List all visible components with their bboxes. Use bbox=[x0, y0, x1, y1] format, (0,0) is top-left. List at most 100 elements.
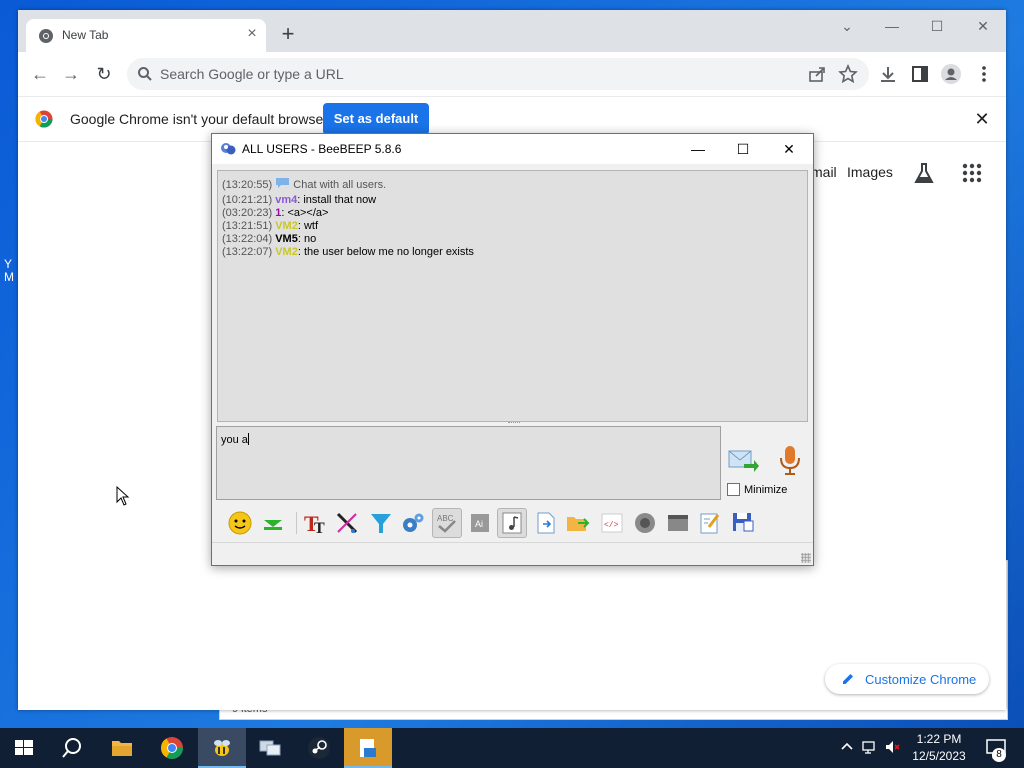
infobar-close-icon[interactable]: ✕ bbox=[972, 109, 992, 129]
mouse-cursor-icon bbox=[116, 486, 130, 506]
beebeep-titlebar[interactable]: ALL USERS - BeeBEEP 5.8.6 — ☐ ✕ bbox=[212, 134, 813, 164]
omnibox[interactable]: Search Google or type a URL bbox=[127, 58, 869, 90]
folder-icon bbox=[112, 741, 132, 756]
svg-text:ABC: ABC bbox=[437, 514, 454, 523]
beebeep-users-icon bbox=[221, 143, 236, 155]
clock-time[interactable]: 1:22 PM bbox=[904, 732, 974, 746]
message-timestamp: (13:20:55) bbox=[222, 179, 273, 191]
chat-message: (13:22:04) VM5: no bbox=[222, 233, 316, 246]
chat-toolbar: TT ABC Ai </> bbox=[216, 506, 807, 540]
tab-search-chevron-icon[interactable]: ⌄ bbox=[835, 18, 859, 36]
tab-new-tab[interactable]: New Tab × bbox=[26, 19, 266, 52]
message-input[interactable]: you a bbox=[216, 426, 721, 500]
message-username[interactable]: VM5 bbox=[275, 233, 298, 245]
message-text: Chat with all users. bbox=[293, 179, 387, 191]
close-button[interactable]: ✕ bbox=[971, 18, 995, 36]
screenshot-icon[interactable] bbox=[631, 509, 659, 537]
notes-icon[interactable] bbox=[696, 509, 724, 537]
taskbar-chrome[interactable] bbox=[148, 728, 196, 768]
clock-date[interactable]: 12/5/2023 bbox=[904, 749, 974, 763]
folder-send-icon[interactable] bbox=[564, 509, 592, 537]
chat-history[interactable]: (13:20:55) Chat with all users. (10:21:2… bbox=[217, 170, 808, 422]
emoticon-icon[interactable] bbox=[226, 509, 254, 537]
new-tab-button[interactable]: + bbox=[276, 23, 300, 47]
chrome-icon bbox=[161, 737, 183, 759]
labs-flask-icon[interactable] bbox=[912, 162, 936, 186]
menu-kebab-icon[interactable] bbox=[974, 64, 994, 84]
minimize-button[interactable]: — bbox=[880, 18, 904, 36]
html-icon[interactable]: </> bbox=[598, 509, 626, 537]
draw-icon[interactable] bbox=[333, 509, 361, 537]
start-button[interactable] bbox=[0, 728, 48, 768]
text-caret bbox=[247, 433, 249, 445]
taskbar-search-button[interactable] bbox=[48, 728, 96, 768]
settings-icon[interactable] bbox=[399, 509, 427, 537]
file-send-icon[interactable] bbox=[532, 509, 560, 537]
message-username[interactable]: VM2 bbox=[275, 246, 298, 258]
taskbar-network-app[interactable] bbox=[246, 728, 294, 768]
bb-close-button[interactable]: ✕ bbox=[780, 140, 798, 158]
message-username[interactable]: vm4 bbox=[275, 194, 297, 206]
forward-icon[interactable]: → bbox=[60, 64, 82, 86]
volume-muted-icon[interactable] bbox=[884, 738, 902, 756]
search-icon bbox=[62, 738, 81, 758]
minimize-checkbox[interactable] bbox=[727, 483, 740, 496]
text-color-icon[interactable] bbox=[259, 509, 287, 537]
tray-overflow-chevron-icon[interactable] bbox=[838, 738, 856, 756]
message-timestamp: (13:21:51) bbox=[222, 220, 273, 232]
chat-message: (13:22:07) VM2: the user below me no lon… bbox=[222, 246, 474, 259]
music-icon[interactable] bbox=[497, 508, 527, 538]
resize-grip[interactable] bbox=[801, 553, 811, 563]
desktop-icon-label[interactable]: YM bbox=[4, 258, 14, 284]
customize-chrome-button[interactable]: Customize Chrome bbox=[825, 664, 989, 694]
maximize-button[interactable]: ☐ bbox=[925, 18, 949, 36]
gmail-link[interactable]: mail bbox=[811, 164, 837, 180]
filter-icon[interactable] bbox=[367, 509, 395, 537]
back-icon[interactable]: ← bbox=[29, 64, 51, 86]
microphone-icon[interactable] bbox=[778, 444, 802, 476]
bookmark-star-icon[interactable] bbox=[838, 64, 858, 84]
window-icon[interactable] bbox=[664, 509, 692, 537]
bb-minimize-button[interactable]: — bbox=[689, 140, 707, 158]
spellcheck-icon[interactable]: ABC bbox=[432, 508, 462, 538]
bb-maximize-button[interactable]: ☐ bbox=[734, 140, 752, 158]
chrome-logo-icon bbox=[35, 110, 53, 128]
taskbar-beebeep[interactable] bbox=[198, 728, 246, 768]
reload-icon[interactable]: ↻ bbox=[93, 64, 115, 86]
search-icon bbox=[138, 67, 152, 81]
message-timestamp: (10:21:21) bbox=[222, 194, 273, 206]
google-apps-grid-icon[interactable] bbox=[962, 163, 982, 183]
minimize-label: Minimize bbox=[744, 484, 788, 496]
chat-message: (13:21:51) VM2: wtf bbox=[222, 220, 318, 233]
message-timestamp: (03:20:23) bbox=[222, 207, 273, 219]
share-icon[interactable] bbox=[807, 64, 827, 84]
dictionary-icon[interactable]: Ai bbox=[466, 509, 494, 537]
chat-splitter-handle[interactable] bbox=[508, 422, 520, 425]
tab-close-icon[interactable]: × bbox=[242, 24, 262, 44]
omnibox-placeholder: Search Google or type a URL bbox=[160, 66, 344, 82]
taskbar-steam[interactable] bbox=[295, 728, 343, 768]
steam-icon bbox=[308, 737, 330, 759]
message-text: : no bbox=[297, 233, 317, 245]
taskbar-file-explorer[interactable] bbox=[98, 728, 146, 768]
taskbar-installer-app[interactable] bbox=[344, 728, 392, 768]
message-timestamp: (13:22:07) bbox=[222, 246, 273, 258]
download-icon[interactable] bbox=[878, 64, 898, 84]
message-text: : <a></a> bbox=[281, 207, 329, 219]
images-link[interactable]: Images bbox=[847, 164, 893, 180]
tab-title: New Tab bbox=[62, 28, 109, 42]
send-message-icon[interactable] bbox=[728, 448, 760, 474]
set-as-default-button[interactable]: Set as default bbox=[323, 103, 429, 135]
profile-avatar-icon[interactable] bbox=[941, 64, 961, 84]
chat-message: (10:21:21) vm4: install that now bbox=[222, 194, 376, 207]
network-icon[interactable] bbox=[861, 738, 879, 756]
taskbar: 1:22 PM 12/5/2023 8 bbox=[0, 728, 1024, 768]
customize-chrome-label: Customize Chrome bbox=[865, 672, 977, 687]
chrome-titlebar[interactable]: New Tab × + ⌄ — ☐ ✕ bbox=[18, 10, 1006, 52]
windows-logo-icon bbox=[15, 740, 33, 755]
message-username[interactable]: VM2 bbox=[275, 220, 298, 232]
chat-message: (13:20:55) Chat with all users. bbox=[222, 177, 386, 192]
side-panel-icon[interactable] bbox=[910, 64, 930, 84]
font-icon[interactable]: TT bbox=[300, 509, 328, 537]
save-icon[interactable] bbox=[729, 509, 757, 537]
